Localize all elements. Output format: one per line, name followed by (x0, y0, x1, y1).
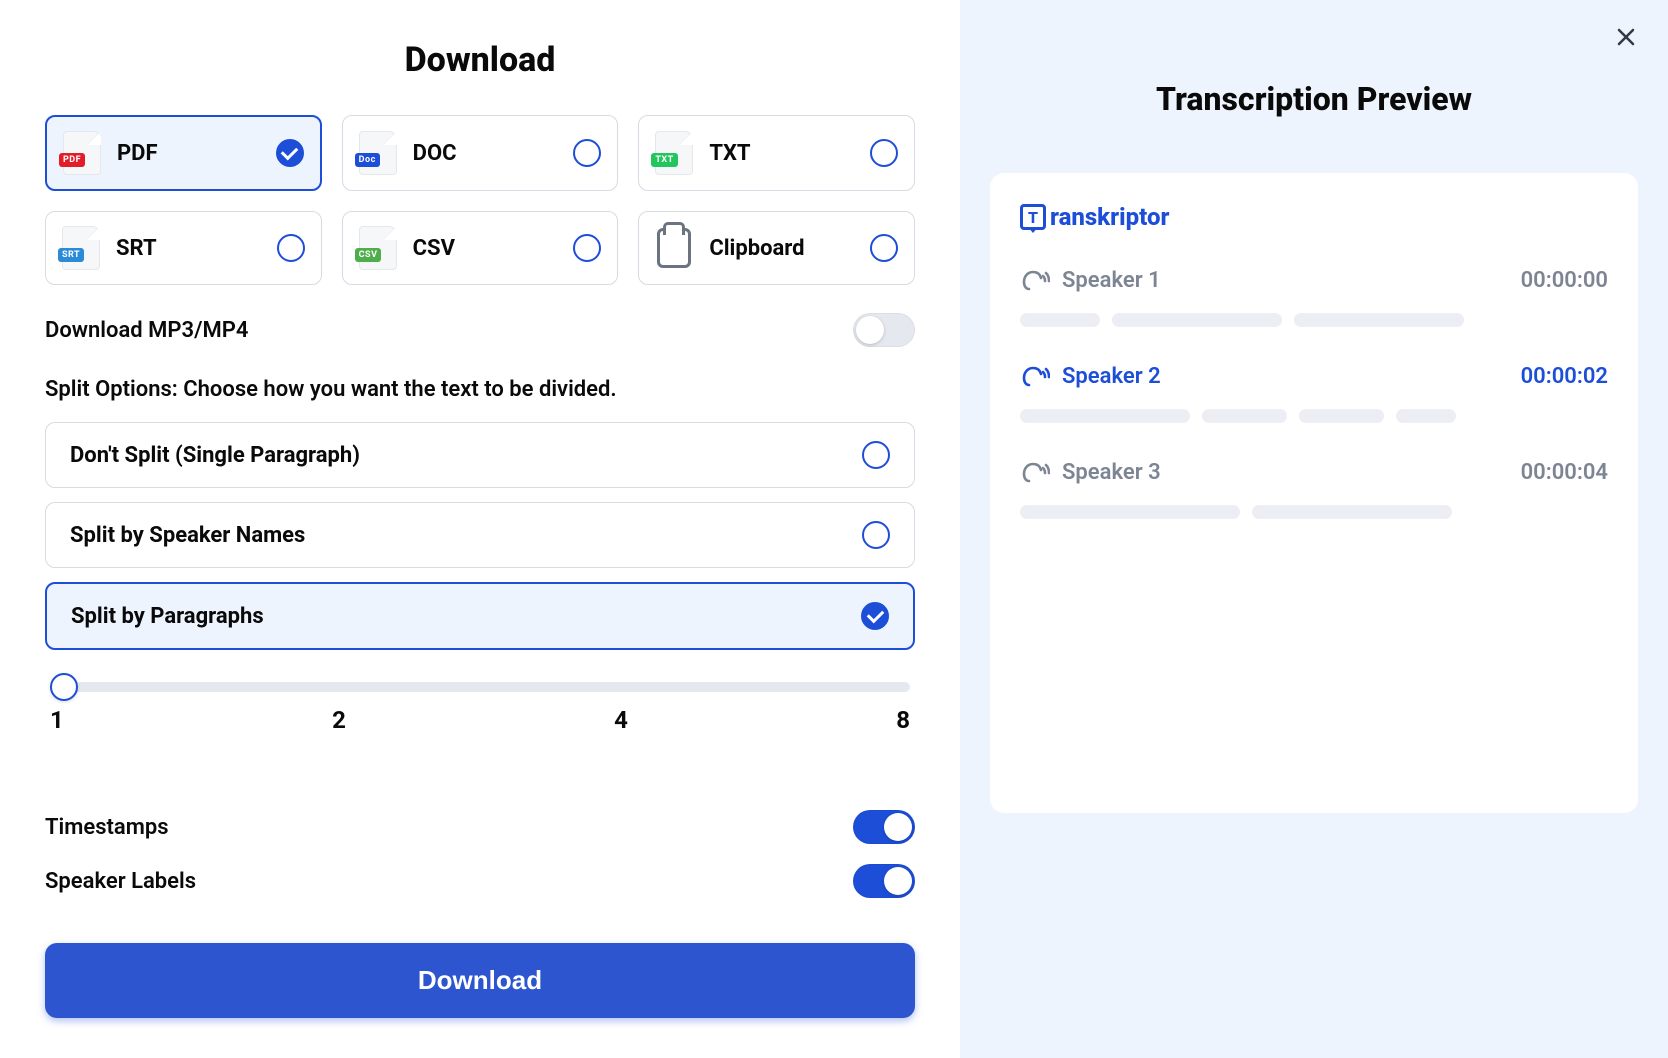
close-icon[interactable] (1614, 25, 1638, 53)
split-option-paragraphs[interactable]: Split by Paragraphs (45, 582, 915, 650)
speaker-block: Speaker 3 00:00:04 (1020, 457, 1608, 519)
speaker-icon (1020, 265, 1050, 295)
speaker-block: Speaker 1 00:00:00 (1020, 265, 1608, 327)
doc-file-icon: Doc (359, 131, 397, 175)
placeholder-bar (1020, 409, 1190, 423)
speaker-labels-row: Speaker Labels (45, 864, 915, 898)
format-option-doc[interactable]: Doc DOC (342, 115, 619, 191)
speaker-time: 00:00:02 (1521, 364, 1608, 389)
split-option-label: Split by Speaker Names (70, 523, 305, 548)
radio-indicator (277, 234, 305, 262)
download-media-row: Download MP3/MP4 (45, 313, 915, 347)
csv-file-icon: CSV (359, 226, 397, 270)
radio-indicator (870, 234, 898, 262)
format-option-txt[interactable]: TXT TXT (638, 115, 915, 191)
speaker-name: Speaker 2 (1062, 364, 1161, 389)
format-option-csv[interactable]: CSV CSV (342, 211, 619, 285)
placeholder-bar (1294, 313, 1464, 327)
slider-mark: 4 (614, 706, 628, 734)
preview-panel: Transcription Preview Transkriptor Speak… (960, 0, 1668, 1058)
slider-mark: 8 (896, 706, 910, 734)
placeholder-bar (1299, 409, 1384, 423)
timestamps-row: Timestamps (45, 810, 915, 844)
paragraph-slider[interactable]: 1 2 4 8 (50, 682, 910, 734)
preview-card: Transkriptor Speaker 1 00:00:00 Speaker 2 0… (990, 173, 1638, 813)
download-media-toggle[interactable] (853, 313, 915, 347)
placeholder-bar (1020, 505, 1240, 519)
radio-indicator (573, 139, 601, 167)
format-label: CSV (413, 236, 558, 261)
srt-file-icon: SRT (62, 226, 100, 270)
download-panel: Download PDFPDFDocDOCTXTTXTSRTSRTCSVCSVC… (0, 0, 960, 1058)
slider-marks: 1 2 4 8 (50, 706, 910, 734)
split-option-none[interactable]: Don't Split (Single Paragraph) (45, 422, 915, 488)
brand-logo-text: ranskriptor (1050, 203, 1169, 231)
format-grid: PDF PDF Doc DOC TXT TXT SRT SRT CSV CSV Clipboard (45, 115, 915, 285)
radio-indicator (862, 441, 890, 469)
speaker-header: Speaker 2 00:00:02 (1020, 361, 1608, 391)
radio-indicator (276, 139, 304, 167)
speaker-labels-toggle[interactable] (853, 864, 915, 898)
pdf-file-icon: PDF (63, 131, 101, 175)
speaker-header: Speaker 3 00:00:04 (1020, 457, 1608, 487)
download-media-label: Download MP3/MP4 (45, 318, 248, 343)
timestamps-label: Timestamps (45, 815, 169, 840)
timestamps-toggle[interactable] (853, 810, 915, 844)
speaker-time: 00:00:00 (1521, 268, 1608, 293)
format-option-pdf[interactable]: PDF PDF (45, 115, 322, 191)
radio-indicator (862, 521, 890, 549)
split-options: Don't Split (Single Paragraph) Split by S… (45, 422, 915, 664)
split-option-label: Split by Paragraphs (71, 604, 264, 629)
placeholder-bar (1252, 505, 1452, 519)
speaker-name: Speaker 3 (1062, 460, 1161, 485)
speaker-icon (1020, 457, 1050, 487)
placeholder-bars (1020, 505, 1608, 519)
placeholder-bar (1202, 409, 1287, 423)
brand-logo: Transkriptor (1020, 203, 1608, 231)
split-option-speaker[interactable]: Split by Speaker Names (45, 502, 915, 568)
txt-file-icon: TXT (655, 131, 693, 175)
radio-indicator (861, 602, 889, 630)
download-title: Download (45, 40, 915, 80)
speaker-icon (1020, 361, 1050, 391)
radio-indicator (573, 234, 601, 262)
format-option-clipboard[interactable]: Clipboard (638, 211, 915, 285)
speakers-list: Speaker 100:00:00Speaker 200:00:02Speake… (1020, 265, 1608, 519)
format-label: Clipboard (709, 236, 854, 261)
split-section-label: Split Options: Choose how you want the t… (45, 377, 915, 402)
speaker-time: 00:00:04 (1521, 460, 1608, 485)
speaker-block: Speaker 2 00:00:02 (1020, 361, 1608, 423)
radio-indicator (870, 139, 898, 167)
slider-mark: 2 (332, 706, 346, 734)
format-label: SRT (116, 236, 261, 261)
placeholder-bar (1396, 409, 1456, 423)
format-label: DOC (413, 141, 558, 166)
placeholder-bar (1112, 313, 1282, 327)
format-label: PDF (117, 141, 260, 166)
placeholder-bar (1020, 313, 1100, 327)
preview-title: Transcription Preview (990, 80, 1638, 118)
placeholder-bars (1020, 409, 1608, 423)
format-label: TXT (709, 141, 854, 166)
placeholder-bars (1020, 313, 1608, 327)
clipboard-icon (657, 228, 691, 268)
speaker-header: Speaker 1 00:00:00 (1020, 265, 1608, 295)
brand-logo-mark: T (1020, 204, 1046, 230)
format-option-srt[interactable]: SRT SRT (45, 211, 322, 285)
slider-mark: 1 (50, 706, 64, 734)
speaker-name: Speaker 1 (1062, 268, 1161, 293)
download-button[interactable]: Download (45, 943, 915, 1018)
speaker-labels-label: Speaker Labels (45, 869, 196, 894)
split-option-label: Don't Split (Single Paragraph) (70, 443, 360, 468)
slider-thumb[interactable] (50, 673, 78, 701)
